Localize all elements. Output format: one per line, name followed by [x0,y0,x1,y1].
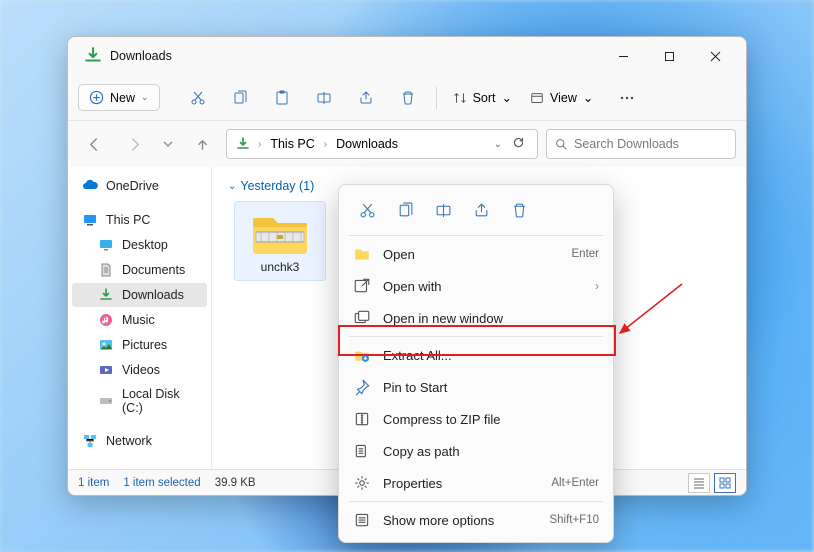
context-menu: Open Enter Open with › Open in new windo… [338,184,614,543]
this-pc-icon [82,212,98,228]
downloads-icon [84,47,102,65]
close-button[interactable] [692,40,738,72]
maximize-button[interactable] [646,40,692,72]
sidebar-item-videos[interactable]: Videos [72,358,207,382]
breadcrumb-downloads[interactable]: Downloads [330,137,404,151]
recent-locations-button[interactable] [158,128,178,160]
videos-icon [98,362,114,378]
desktop-icon [98,237,114,253]
ctx-properties[interactable]: Properties Alt+Enter [339,467,613,499]
file-name: unchk3 [261,260,300,274]
address-row: › This PC › Downloads ⌄ Search Downloads [68,121,746,167]
sidebar-item-local-disk[interactable]: Local Disk (C:) [72,383,207,419]
disk-icon [98,393,114,409]
chevron-right-icon: › [595,279,599,293]
extract-icon [353,346,371,364]
back-button[interactable] [78,128,110,160]
ctx-show-more-options[interactable]: Show more options Shift+F10 [339,504,613,536]
file-item[interactable]: unchk3 [234,201,326,281]
view-button[interactable]: View ⌄ [522,85,601,110]
sidebar-item-pictures[interactable]: Pictures [72,333,207,357]
ctx-rename-icon[interactable] [425,195,461,225]
onedrive-icon [82,178,98,194]
sidebar-item-network[interactable]: Network [72,429,207,453]
downloads-icon [98,287,114,303]
view-label: View [550,91,577,105]
sidebar-item-this-pc[interactable]: This PC [72,208,207,232]
pictures-icon [98,337,114,353]
titlebar: Downloads [68,37,746,75]
zip-folder-icon [251,208,309,256]
ctx-compress[interactable]: Compress to ZIP file [339,403,613,435]
pin-icon [353,378,371,396]
search-input[interactable]: Search Downloads [546,129,736,159]
breadcrumb-this-pc[interactable]: This PC [264,137,320,151]
new-button[interactable]: New ⌄ [78,84,160,111]
sidebar-item-onedrive[interactable]: OneDrive [72,174,207,198]
sidebar-item-music[interactable]: Music [72,308,207,332]
copy-icon[interactable] [220,82,260,114]
more-icon[interactable] [607,82,647,114]
ctx-cut-icon[interactable] [349,195,385,225]
search-placeholder: Search Downloads [574,137,679,151]
sidebar-item-downloads[interactable]: Downloads [72,283,207,307]
copy-path-icon [353,442,371,460]
chevron-down-icon: ⌄ [502,90,512,105]
thumbnails-view-toggle[interactable] [714,473,736,493]
folder-icon [353,245,371,263]
status-item-count: 1 item [78,477,109,489]
network-icon [82,433,98,449]
new-button-label: New [110,91,135,105]
ctx-copy-as-path[interactable]: Copy as path [339,435,613,467]
sort-button[interactable]: Sort ⌄ [445,85,520,110]
music-icon [98,312,114,328]
ctx-extract-all[interactable]: Extract All... [339,339,613,371]
rename-icon[interactable] [304,82,344,114]
address-bar[interactable]: › This PC › Downloads ⌄ [226,129,538,159]
toolbar: New ⌄ Sort ⌄ View ⌄ [68,75,746,121]
documents-icon [98,262,114,278]
status-selected-count: 1 item selected [123,477,200,489]
up-button[interactable] [186,128,218,160]
chevron-down-icon: ⌄ [228,181,236,192]
ctx-pin-to-start[interactable]: Pin to Start [339,371,613,403]
ctx-delete-icon[interactable] [501,195,537,225]
ctx-open[interactable]: Open Enter [339,238,613,270]
ctx-copy-icon[interactable] [387,195,423,225]
downloads-icon [235,136,251,152]
delete-icon[interactable] [388,82,428,114]
compress-icon [353,410,371,428]
status-size: 39.9 KB [215,477,256,489]
more-options-icon [353,511,371,529]
sort-label: Sort [473,91,496,105]
sidebar-item-desktop[interactable]: Desktop [72,233,207,257]
paste-icon[interactable] [262,82,302,114]
ctx-open-new-window[interactable]: Open in new window [339,302,613,334]
ctx-share-icon[interactable] [463,195,499,225]
ctx-open-with[interactable]: Open with › [339,270,613,302]
window-title: Downloads [110,49,172,63]
chevron-down-icon: ⌄ [583,90,593,105]
chevron-down-icon[interactable]: ⌄ [494,139,502,150]
new-window-icon [353,309,371,327]
details-view-toggle[interactable] [688,473,710,493]
open-with-icon [353,277,371,295]
minimize-button[interactable] [600,40,646,72]
search-icon [555,138,568,151]
chevron-right-icon[interactable]: › [255,139,264,150]
chevron-down-icon: ⌄ [141,92,149,103]
properties-icon [353,474,371,492]
refresh-icon[interactable] [512,136,525,152]
sidebar-item-documents[interactable]: Documents [72,258,207,282]
forward-button[interactable] [118,128,150,160]
sidebar: OneDrive This PC Desktop Documents Downl… [68,167,212,469]
chevron-right-icon[interactable]: › [321,139,330,150]
cut-icon[interactable] [178,82,218,114]
share-icon[interactable] [346,82,386,114]
